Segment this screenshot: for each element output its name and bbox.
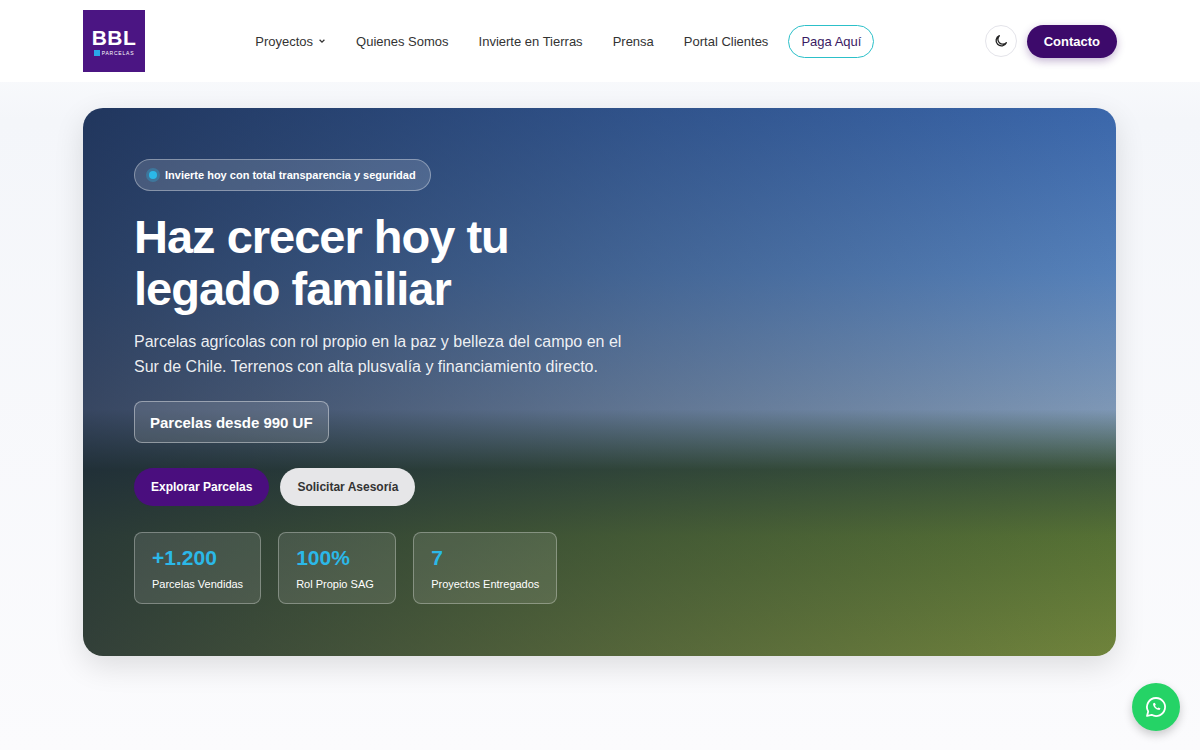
hero-subtitle: Parcelas agrícolas con rol propio en la … [134,329,634,379]
header: BBL PARCELAS Proyectos Quienes Somos Inv… [0,0,1200,82]
stats: +1.200 Parcelas Vendidas100% Rol Propio … [134,532,557,604]
theme-toggle[interactable] [985,25,1017,57]
hero-title-line: legado familiar [134,263,509,315]
stat-label: Proyectos Entregados [431,578,539,590]
hero-button[interactable]: Explorar Parcelas [134,468,269,506]
stat-card: 100% Rol Propio SAG [278,532,396,604]
nav-item[interactable]: Portal Clientes [684,34,769,49]
nav-item[interactable]: Proyectos [255,34,326,49]
stat-value: 100% [296,546,378,570]
page: BBL PARCELAS Proyectos Quienes Somos Inv… [0,0,1200,750]
stat-label: Parcelas Vendidas [152,578,243,590]
badge-dot-icon [149,171,157,179]
hero-title: Haz crecer hoy tulegado familiar [134,211,509,315]
stat-card: +1.200 Parcelas Vendidas [134,532,261,604]
nav-item[interactable]: Quienes Somos [356,34,449,49]
stat-card: 7 Proyectos Entregados [413,532,557,604]
hero-content: Invierte hoy con total transparencia y s… [83,108,1116,604]
logo-square-icon [94,50,100,56]
nav-item[interactable]: Invierte en Tierras [479,34,583,49]
hero-badge: Invierte hoy con total transparencia y s… [134,159,431,191]
whatsapp-icon [1144,695,1168,719]
header-actions: Contacto [985,25,1117,58]
nav-item[interactable]: Paga Aquí [788,25,874,58]
hero-title-line: Haz crecer hoy tu [134,211,509,263]
hero-button[interactable]: Solicitar Asesoría [280,468,415,506]
hero: Invierte hoy con total transparencia y s… [83,108,1116,656]
stat-value: +1.200 [152,546,243,570]
nav-item[interactable]: Prensa [613,34,654,49]
logo-text: BBL [92,27,137,49]
logo-subtext: PARCELAS [94,50,135,56]
main-nav: Proyectos Quienes Somos Invierte en Tier… [205,25,925,58]
stat-label: Rol Propio SAG [296,578,378,590]
logo[interactable]: BBL PARCELAS [83,10,145,72]
moon-icon [993,33,1009,49]
stat-value: 7 [431,546,539,570]
hero-buttons: Explorar Parcelas Solicitar Asesoría [134,468,415,506]
whatsapp-button[interactable] [1132,683,1180,731]
chevron-down-icon [318,37,326,45]
contact-button[interactable]: Contacto [1027,25,1117,58]
price-tag: Parcelas desde 990 UF [134,401,329,443]
